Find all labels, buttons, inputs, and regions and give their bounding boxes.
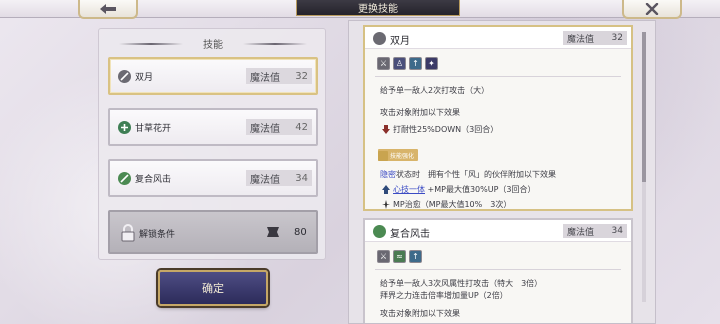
mp-value: 32 [611,33,623,43]
skill-description: 给予单一敌人2次打攻击（大） [380,86,490,95]
wind-icon: ≈ [393,250,406,263]
mp-cost: 魔法值 34 [563,224,627,238]
condition-text: 状态时 拥有个性「风」的伙伴附加以下效果 [396,170,556,179]
scrollbar-thumb[interactable] [642,32,646,182]
mp-cost: 魔法值 32 [563,31,627,45]
mp-label: 魔法值 [567,34,595,45]
condition-line: 隐密状态时 拥有个性「风」的伙伴附加以下效果 [380,169,556,180]
locked-skill-slot[interactable]: 解锁条件 80 [108,210,318,254]
close-icon [645,2,659,15]
header-divider-right [243,43,307,45]
heal-type-icon [118,121,131,134]
effect-title: 攻击对象附加以下效果 [380,108,460,117]
mp-cost: 魔法值 42 [246,119,312,135]
buff-text: +MP最大值30%UP（3回合） [425,185,536,194]
unlock-condition-value: 80 [294,227,307,238]
keyword-link[interactable]: 心技一体 [393,185,425,194]
skill-detail-card: 双月 魔法值 32 ⚔ ♙ ↑ ✦ 给予单一敌人2次打攻击（大） 攻击对象附加以… [363,25,633,211]
mp-value: 42 [295,121,308,133]
skill-name: 复合风击 [390,229,430,240]
star-icon: ✦ [425,57,438,70]
skill-tag-icons: ⚔ ≈ ↑ [377,250,422,263]
mp-cost: 魔法值 32 [246,68,312,84]
wind-type-icon [118,172,131,185]
skill-list-header: 技能 [99,33,327,53]
mp-label: 魔法值 [567,227,595,238]
skill-name: 甘草花开 [135,124,172,134]
enhance-icon [378,151,388,161]
skill-detail-panel: 双月 魔法值 32 ⚔ ♙ ↑ ✦ 给予单一敌人2次打攻击（大） 攻击对象附加以… [348,20,656,324]
header-divider-left [119,43,183,45]
divider [375,269,621,270]
mp-value: 34 [611,226,623,236]
skill-name: 双月 [135,73,154,83]
mp-value: 34 [295,172,308,184]
magic-type-icon [373,32,386,45]
buff-icon: ↑ [409,250,422,263]
unlock-condition-label: 解锁条件 [139,230,176,240]
skill-item-1[interactable]: 双月 魔法值 32 [108,57,318,95]
person-icon: ♙ [393,57,406,70]
badge-text: 技能强化 [390,152,415,160]
sword-icon: ⚔ [377,57,390,70]
skill-detail-header: 双月 魔法值 32 [365,27,631,49]
back-button[interactable] [78,0,138,19]
sword-icon: ⚔ [377,250,390,263]
wind-type-icon [373,225,386,238]
mp-label: 魔法值 [250,174,280,186]
mp-value: 32 [295,70,308,82]
skill-tag-icons: ⚔ ♙ ↑ ✦ [377,57,438,70]
heal-sparkle-icon [382,200,390,209]
skill-detail-card: 复合风击 魔法值 34 ⚔ ≈ ↑ 给予单一敌人3次风属性打攻击（特大 3倍） … [363,218,633,323]
effect-title: 攻击对象附加以下效果 [380,309,460,318]
close-button[interactable] [622,0,682,19]
hidden-keyword: 隐密 [380,170,396,179]
arrow-left-icon [100,3,116,14]
skill-item-2[interactable]: 甘草花开 魔法值 42 [108,108,318,146]
skill-list-title: 技能 [203,39,223,51]
effect-line: 打耐性25%DOWN（3回合） [393,125,499,134]
magic-type-icon [118,70,131,83]
mp-cost: 魔法值 34 [246,170,312,186]
skill-name: 双月 [390,36,410,47]
lock-icon [121,224,135,242]
skill-list-panel: 技能 双月 魔法值 32 甘草花开 魔法值 42 复合风击 魔法值 34 解锁条… [98,28,326,260]
skill-name: 复合风击 [135,175,172,185]
mp-label: 魔法值 [250,123,280,135]
buff-arrow-icon [382,185,390,194]
page-title: 更换技能 [296,0,460,16]
level-icon [267,227,279,237]
effect-line: MP治愈（MP最大值10% 3次） [393,200,512,209]
skill-description: 给予单一敌人3次风属性打攻击（特大 3倍） [380,279,543,288]
buff-icon: ↑ [409,57,422,70]
debuff-arrow-icon [382,125,390,134]
skill-item-3[interactable]: 复合风击 魔法值 34 [108,159,318,197]
skill-detail-header: 复合风击 魔法值 34 [365,220,631,242]
divider [375,76,621,77]
confirm-button[interactable]: 确定 [158,270,268,306]
mp-label: 魔法值 [250,72,280,84]
skill-description: 拜界之力连击倍率增加量UP（2倍） [380,291,508,300]
buff-line: 心技一体 +MP最大值30%UP（3回合） [393,184,536,195]
